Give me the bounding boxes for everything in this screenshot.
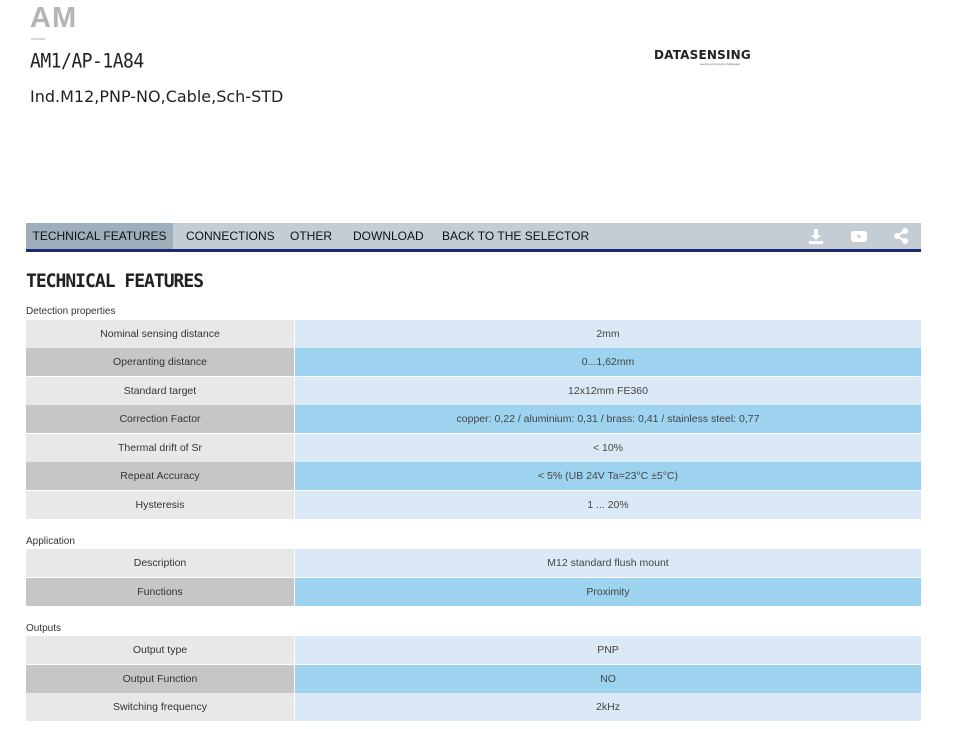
group-title-detection: Detection properties (26, 306, 116, 317)
row-value: NO (295, 665, 921, 693)
row-value: 0...1,62mm (295, 348, 921, 376)
row-value: M12 standard flush mount (295, 549, 921, 577)
table-row: Output Function NO (26, 665, 921, 694)
row-value: < 10% (295, 434, 921, 462)
download-icon[interactable] (807, 227, 825, 245)
row-label: Switching frequency (26, 693, 294, 721)
row-label: Nominal sensing distance (26, 320, 294, 348)
row-label: Operanting distance (26, 348, 294, 376)
youtube-icon[interactable] (850, 227, 868, 245)
logo-tagline: seeing and solving challenges (700, 62, 741, 66)
row-label: Hysteresis (26, 491, 294, 519)
row-label: Correction Factor (26, 405, 294, 433)
row-value: 1 ... 20% (295, 491, 921, 519)
table-row: Repeat Accuracy < 5% (UB 24V Ta=23°C ±5°… (26, 462, 921, 491)
row-label: Thermal drift of Sr (26, 434, 294, 462)
datasensing-logo[interactable]: DATASENSING seeing and solving challenge… (654, 46, 751, 70)
table-row: Operanting distance 0...1,62mm (26, 348, 921, 377)
row-label: Repeat Accuracy (26, 462, 294, 490)
table-row: Thermal drift of Sr < 10% (26, 434, 921, 463)
product-model: AM1/AP-1A84 (30, 50, 144, 74)
tab-back-to-selector[interactable]: BACK TO THE SELECTOR (442, 223, 589, 249)
section-title: TECHNICAL FEATURES (26, 270, 204, 293)
table-row: Hysteresis 1 ... 20% (26, 491, 921, 520)
share-icon[interactable] (892, 227, 910, 245)
logo-text: DATASENSING (654, 48, 751, 62)
table-row: Correction Factor copper: 0,22 / alumini… (26, 405, 921, 434)
brand-heading: AM (30, 2, 78, 34)
tab-technical-features[interactable]: TECHNICAL FEATURES (26, 223, 173, 249)
brand-underline (31, 38, 45, 40)
row-value: PNP (295, 636, 921, 664)
row-label: Description (26, 549, 294, 577)
table-row: Functions Proximity (26, 578, 921, 607)
table-row: Nominal sensing distance 2mm (26, 320, 921, 349)
row-label: Output Function (26, 665, 294, 693)
row-value: 12x12mm FE360 (295, 377, 921, 405)
row-label: Functions (26, 578, 294, 606)
table-row: Standard target 12x12mm FE360 (26, 377, 921, 406)
tab-bar: TECHNICAL FEATURES CONNECTIONS OTHER DOW… (26, 223, 921, 252)
row-value: 2mm (295, 320, 921, 348)
tab-other[interactable]: OTHER (290, 223, 332, 249)
product-description: Ind.M12,PNP-NO,Cable,Sch-STD (30, 87, 284, 106)
tab-download[interactable]: DOWNLOAD (353, 223, 424, 249)
table-row: Output type PNP (26, 636, 921, 665)
group-title-application: Application (26, 536, 75, 547)
row-label: Output type (26, 636, 294, 664)
row-value: < 5% (UB 24V Ta=23°C ±5°C) (295, 462, 921, 490)
table-row: Switching frequency 2kHz (26, 693, 921, 722)
row-value: 2kHz (295, 693, 921, 721)
table-row: Description M12 standard flush mount (26, 549, 921, 578)
tab-connections[interactable]: CONNECTIONS (186, 223, 275, 249)
row-value: Proximity (295, 578, 921, 606)
group-title-outputs: Outputs (26, 623, 62, 634)
row-value: copper: 0,22 / aluminium: 0,31 / brass: … (295, 405, 921, 433)
row-label: Standard target (26, 377, 294, 405)
